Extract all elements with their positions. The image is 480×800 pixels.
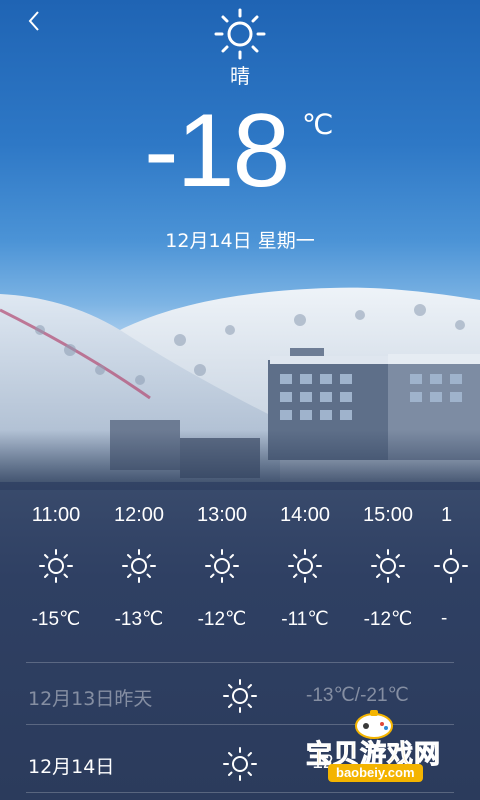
current-date: 12月14日 星期一: [0, 226, 480, 253]
sun-icon: [371, 549, 405, 583]
watermark: 宝贝游戏网 baobeiy.com: [300, 706, 480, 800]
watermark-url: baobeiy.com: [328, 764, 423, 782]
hour-time: 12:00: [113, 504, 165, 526]
weekday-text: 星期一: [257, 230, 315, 252]
day-date: 12月13日昨天: [28, 688, 153, 710]
temperature-value: -18: [144, 93, 290, 209]
hour-temp: -15℃: [31, 609, 81, 630]
hour-time: 13:00: [196, 504, 248, 526]
sun-icon: [223, 747, 257, 781]
sun-icon: [122, 549, 156, 583]
hour-temp: -12℃: [197, 609, 247, 630]
hour-temp: -: [441, 608, 448, 629]
sun-icon: [205, 549, 239, 583]
hour-item: 12:00 -13℃: [97, 488, 181, 648]
snowy-mountain-hotel-image: [0, 287, 480, 490]
day-date: 12月14日: [28, 756, 115, 778]
hour-item: 1 -: [429, 488, 480, 648]
hour-temp: -11℃: [281, 609, 329, 630]
hour-item: 13:00 -12℃: [180, 488, 264, 648]
sun-icon: [39, 549, 73, 583]
hour-temp: -13℃: [114, 609, 164, 630]
hour-temp: -12℃: [363, 609, 413, 630]
temperature-unit: ℃: [302, 108, 334, 141]
date-text: 12月14日: [165, 230, 252, 252]
divider: [26, 662, 454, 663]
current-temperature: -18 ℃: [0, 96, 480, 206]
sun-icon: [214, 8, 266, 60]
hour-item: 14:00 -11℃: [263, 488, 347, 648]
hour-item: 15:00 -12℃: [346, 488, 430, 648]
back-button[interactable]: [22, 8, 48, 34]
sun-icon: [288, 549, 322, 583]
hour-item: 11:00 -15℃: [14, 488, 98, 648]
chevron-left-icon: [28, 11, 39, 31]
weather-condition: 晴: [230, 64, 250, 88]
weather-screen: 晴 -18 ℃ 12月14日 星期一 11:00 -15℃ 12:00 -13℃…: [0, 0, 480, 800]
hour-time: 15:00: [362, 504, 414, 526]
hour-time: 11:00: [31, 504, 81, 526]
hour-time: 14:00: [279, 504, 331, 526]
sun-icon: [434, 549, 468, 583]
hour-time: 1: [441, 504, 453, 526]
hourly-forecast[interactable]: 11:00 -15℃ 12:00 -13℃ 13:00 -12℃ 14:00 -…: [0, 488, 480, 658]
sun-icon: [223, 679, 257, 713]
day-temp-range: -13℃/-21℃: [306, 685, 409, 706]
